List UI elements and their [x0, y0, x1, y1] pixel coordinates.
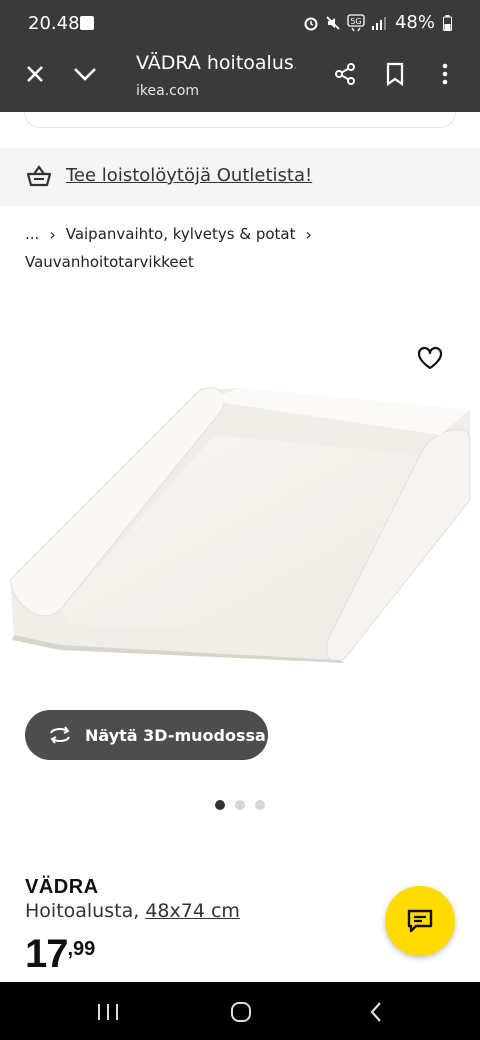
search-box-edge	[24, 112, 456, 128]
home-icon[interactable]	[221, 998, 261, 1026]
system-nav-bar	[0, 982, 480, 1040]
status-time: 20.48	[28, 13, 80, 34]
back-icon[interactable]	[356, 998, 396, 1026]
battery-level: 48%	[394, 12, 435, 33]
rotate-3d-icon	[50, 726, 70, 744]
outlet-banner[interactable]: Tee loistolöytöjä Outletista!	[0, 148, 480, 206]
breadcrumb: ... › Vaipanvaihto, kylvetys & potat › V…	[25, 222, 465, 277]
product-type: Hoitoalusta,	[25, 900, 140, 922]
chevron-down-icon[interactable]	[71, 60, 99, 88]
product-name: VÄDRA	[25, 876, 99, 898]
breadcrumb-category[interactable]: Vaipanvaihto, kylvetys & potat	[66, 225, 296, 243]
view-3d-label: Näytä 3D-muodossa	[85, 725, 266, 745]
gallery-pagination[interactable]	[215, 800, 265, 810]
outlet-link[interactable]: Tee loistolöytöjä Outletista!	[66, 165, 312, 186]
product-size-link[interactable]: 48x74 cm	[145, 900, 240, 922]
svg-text:5G: 5G	[350, 17, 361, 26]
price-decimal: ,99	[67, 938, 96, 960]
product-image	[9, 387, 471, 663]
product-description: Hoitoalusta, 48x74 cm	[25, 900, 240, 922]
signal-icon	[371, 16, 386, 30]
view-3d-button[interactable]: Näytä 3D-muodossa	[25, 710, 268, 760]
chat-button[interactable]	[385, 886, 455, 956]
pagination-dot[interactable]	[215, 800, 225, 810]
product-price: 17,99	[25, 932, 95, 977]
pagination-dot[interactable]	[255, 800, 265, 810]
chat-icon	[407, 909, 433, 933]
page-title: VÄDRA hoitoalus...	[136, 52, 296, 74]
recent-apps-icon[interactable]	[88, 998, 128, 1026]
price-integer: 17	[25, 932, 68, 976]
share-icon[interactable]	[331, 60, 359, 88]
basket-icon	[26, 165, 52, 187]
more-vert-icon[interactable]	[431, 60, 459, 88]
page-url: ikea.com	[136, 83, 200, 99]
breadcrumb-separator: ›	[305, 224, 312, 244]
alarm-icon	[304, 17, 318, 30]
mute-icon	[326, 15, 340, 30]
breadcrumb-separator: ›	[49, 224, 56, 244]
close-icon[interactable]	[21, 60, 49, 88]
5g-icon: 5G	[347, 13, 365, 31]
breadcrumb-ellipsis[interactable]: ...	[25, 225, 39, 243]
battery-icon	[443, 14, 452, 31]
bookmark-icon[interactable]	[381, 60, 409, 88]
status-bar: 20.48 5G 48%	[0, 0, 480, 48]
breadcrumb-current[interactable]: Vauvanhoitotarvikkeet	[25, 253, 465, 277]
pagination-dot[interactable]	[235, 800, 245, 810]
notification-icon	[80, 16, 94, 30]
status-icons: 5G 48%	[303, 12, 452, 33]
browser-toolbar: VÄDRA hoitoalus... ikea.com	[0, 48, 480, 112]
favorite-heart-icon[interactable]	[416, 344, 444, 372]
